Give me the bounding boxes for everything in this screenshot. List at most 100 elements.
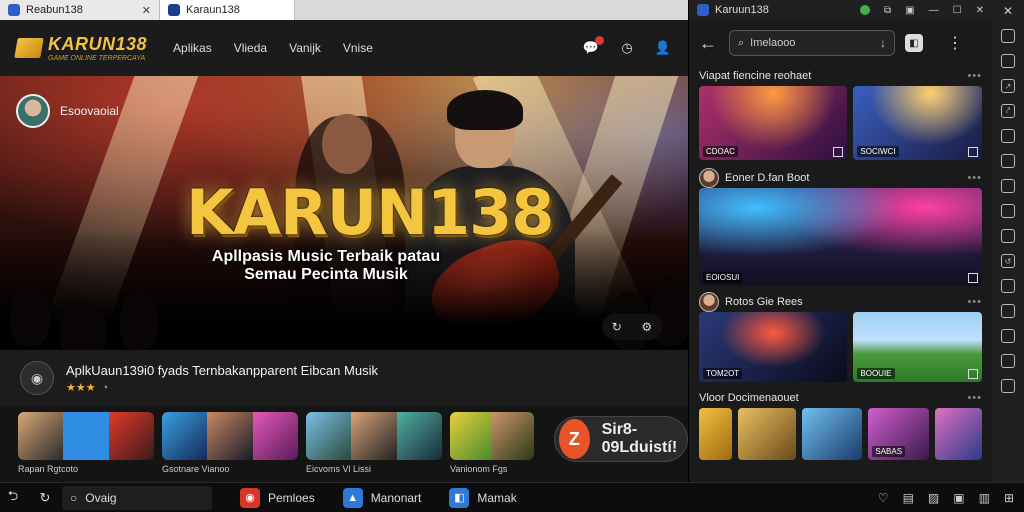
refresh-icon[interactable]: ↻ (32, 490, 58, 506)
taskbar-app-pemloes[interactable]: ◉ Pemloes (240, 487, 315, 508)
nav-item-vlieda[interactable]: Vlieda (234, 41, 267, 55)
section-header: Vloor Docimenaouet ••• (699, 388, 982, 408)
heart-icon[interactable]: ♡ (878, 491, 889, 505)
video-card[interactable] (802, 408, 863, 460)
hero-user[interactable]: Esoovaoial (16, 94, 119, 128)
nav-item-aplikas[interactable]: Aplikas (173, 41, 212, 55)
app-icon[interactable]: ◉ (20, 361, 54, 395)
layout-icon[interactable] (1001, 54, 1015, 68)
back-icon[interactable]: ⮌ (0, 487, 26, 509)
user-icon[interactable]: 👤 (654, 39, 672, 57)
more-icon[interactable]: ••• (967, 392, 982, 404)
logo-text: KARUN138 (48, 34, 148, 54)
image-icon[interactable] (1001, 204, 1015, 218)
video-card[interactable] (699, 408, 732, 460)
taskbar-search[interactable]: ○ Ovaig (62, 485, 212, 510)
side-window-title: Karuun138 (715, 4, 769, 16)
nav-item-vanijk[interactable]: Vanijk (289, 41, 321, 55)
more-icon[interactable]: ••• (967, 70, 982, 82)
download-cta-button[interactable]: Z Sir8-09Lduistí! (554, 416, 688, 462)
copy-icon[interactable] (1001, 129, 1015, 143)
download-icon[interactable]: ↓ (880, 36, 886, 50)
clock-icon[interactable]: ◷ (618, 39, 636, 57)
phone-icon[interactable] (1001, 154, 1015, 168)
share-icon[interactable]: ⤤ (1001, 104, 1015, 118)
pin-icon[interactable]: ▣ (905, 5, 914, 16)
expand-icon[interactable]: ↗ (1001, 79, 1015, 93)
video-card[interactable] (737, 408, 797, 460)
video-card[interactable]: EOIOSUI (699, 188, 982, 286)
close-icon[interactable]: ✕ (1003, 4, 1013, 18)
video-card[interactable] (934, 408, 982, 460)
taskbar-app-mamak[interactable]: ◧ Mamak (449, 487, 517, 508)
close-icon[interactable]: ✕ (976, 5, 984, 16)
card-row: SABAS (699, 408, 982, 460)
system-tray: ♡ ▤ ▨ ▣ ▥ ⊞ (878, 491, 1024, 505)
thumbnail-card[interactable]: Eicvoms Vl Lissi (306, 412, 442, 474)
image-icon[interactable]: ▨ (928, 491, 939, 505)
close-tab-icon[interactable]: ✕ (142, 4, 151, 17)
select-checkbox-icon[interactable] (968, 369, 978, 379)
avatar[interactable] (699, 168, 719, 188)
select-checkbox-icon[interactable] (968, 273, 978, 283)
search-input[interactable]: ⌕ Imelaooo ↓ (729, 30, 895, 56)
panel-icon[interactable] (1001, 29, 1015, 43)
comment-icon[interactable]: ◔ (102, 382, 109, 394)
select-checkbox-icon[interactable] (968, 147, 978, 157)
back-arrow-icon[interactable]: ← (699, 33, 719, 54)
taskbar-app-manonart[interactable]: ▲ Manonart (342, 487, 421, 508)
nav-item-vnise[interactable]: Vnise (343, 41, 373, 55)
share-icon[interactable]: ⧉ (884, 5, 891, 16)
maximize-icon[interactable]: ☐ (953, 5, 962, 16)
guitarist-hair (447, 90, 523, 130)
chat-icon[interactable]: 💬 (582, 36, 604, 57)
video-card[interactable]: TOM2OT (699, 312, 848, 382)
replay-icon[interactable]: ↻ (612, 320, 622, 334)
search-value: Imelaooo (750, 37, 796, 49)
video-card[interactable]: CDOAC (699, 86, 848, 160)
thumbnail-card[interactable]: Rapan Rgtcoto (18, 412, 154, 474)
background-musician-head (322, 114, 372, 174)
browser-tabbar: Reabun138 ✕ Karaun138 (0, 0, 688, 20)
select-checkbox-icon[interactable] (833, 147, 844, 157)
side-app-window: Karuun138 ⧉ ▣ — ☐ ✕ ← ⌕ Imelaooo ↓ ◧ ⋮ V… (688, 0, 992, 482)
mobile-icon[interactable] (1001, 304, 1015, 318)
thumbnail-card[interactable]: Vanionom Fgs (450, 412, 534, 474)
thumbnail-image (450, 412, 534, 460)
bookmark-icon[interactable]: ◧ (905, 34, 923, 52)
tablet-icon[interactable] (1001, 229, 1015, 243)
split-icon[interactable] (1001, 354, 1015, 368)
history-icon[interactable]: ↺ (1001, 254, 1015, 268)
thumbnail-card[interactable]: Gsotnare Vianoo (162, 412, 298, 474)
hero-subtitle-line1: Apllpasis Music Terbaik patau (211, 248, 441, 265)
main-nav: Aplikas Vlieda Vanijk Vnise (173, 41, 373, 55)
video-card[interactable]: SOCIWCI (853, 86, 982, 160)
keyboard-icon[interactable]: ▤ (903, 491, 914, 505)
thumbnail-image (18, 412, 154, 460)
save-icon[interactable]: ▥ (979, 491, 990, 505)
app-header: KARUN138 GAME ONLINE TERPERCAYA Aplikas … (0, 20, 688, 76)
tab-reabun[interactable]: Reabun138 ✕ (0, 0, 160, 20)
taskbar-app-label: Pemloes (268, 490, 315, 505)
volume-icon[interactable]: ▣ (953, 491, 964, 505)
sidebar-icon[interactable] (1001, 279, 1015, 293)
more-options-icon[interactable]: ⋮ (947, 33, 963, 53)
avatar[interactable] (699, 292, 719, 312)
side-toolbar: ✕ ↗ ⤤ ↺ (992, 0, 1024, 482)
tab-karaun[interactable]: Karaun138 (160, 0, 295, 20)
feed-section: Vloor Docimenaouet ••• SABAS (689, 388, 992, 460)
app-icon: ◉ (240, 487, 260, 508)
video-card[interactable]: SABAS (868, 408, 929, 460)
brand-logo[interactable]: KARUN138 GAME ONLINE TERPERCAYA (14, 34, 148, 62)
minimize-icon[interactable]: — (929, 5, 939, 16)
more-icon[interactable]: ••• (967, 296, 982, 308)
more-icon[interactable]: ••• (967, 172, 982, 184)
frame-icon[interactable] (1001, 379, 1015, 393)
video-card[interactable]: BOOUIE (853, 312, 982, 382)
window-icon[interactable] (1001, 179, 1015, 193)
windows-icon[interactable]: ⊞ (1004, 491, 1014, 505)
screen-icon[interactable] (1001, 329, 1015, 343)
hero-subtitle-line2: Semau Pecinta Musik (244, 266, 408, 283)
settings-icon[interactable]: ⚙ (641, 320, 652, 334)
card-tag: TOM2OT (703, 368, 743, 379)
